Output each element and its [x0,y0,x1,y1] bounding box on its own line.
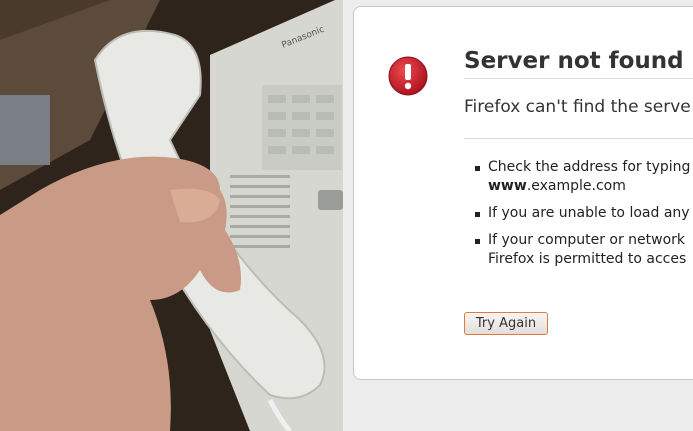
example-url: www [488,178,527,194]
suggestion-item: Check the address for typing www.example… [474,158,690,196]
page-title: Server not found [464,48,684,74]
phone-photo: Panasonic [0,0,343,431]
error-exclamation-icon [388,56,428,96]
suggestion-item: If you are unable to load any [474,204,690,223]
example-url-rest: .example.com [526,178,626,194]
suggestion-text: Firefox is permitted to acces [488,251,687,267]
suggestion-text: If you are unable to load any [488,205,690,221]
suggestion-text: If your computer or network [488,232,686,248]
suggestion-list: Check the address for typing www.example… [474,158,690,277]
suggestion-text: Check the address for typing [488,159,691,175]
suggestion-item: If your computer or network Firefox is p… [474,231,690,269]
title-divider [464,78,693,79]
try-again-button[interactable]: Try Again [464,312,548,335]
subtitle-divider [464,138,693,139]
error-subtitle: Firefox can't find the serve [464,97,691,117]
